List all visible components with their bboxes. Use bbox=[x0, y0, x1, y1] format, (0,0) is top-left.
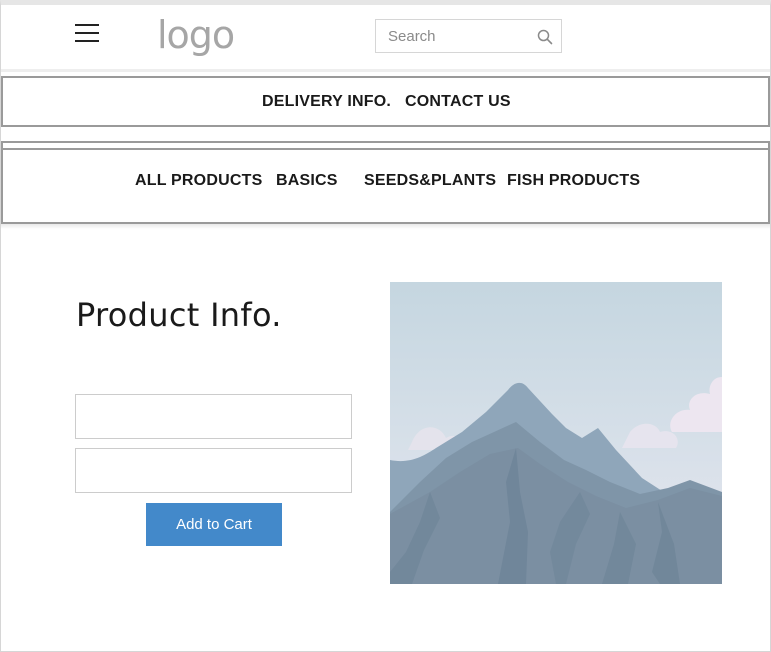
nav-contact-us[interactable]: CONTACT US bbox=[405, 93, 511, 111]
add-to-cart-button[interactable]: Add to Cart bbox=[146, 503, 282, 546]
nav-all-products[interactable]: ALL PRODUCTS bbox=[135, 172, 262, 190]
product-field-2[interactable] bbox=[75, 448, 352, 493]
product-field-1[interactable] bbox=[75, 394, 352, 439]
nav-basics[interactable]: BASICS bbox=[276, 172, 338, 190]
product-title: Product Info. bbox=[76, 296, 282, 334]
nav-delivery-info[interactable]: DELIVERY INFO. bbox=[262, 93, 391, 111]
search-input[interactable] bbox=[376, 20, 526, 52]
hamburger-menu-icon[interactable] bbox=[75, 24, 99, 43]
logo[interactable]: logo bbox=[157, 10, 235, 60]
search-box bbox=[375, 19, 562, 53]
nav-seeds-plants[interactable]: SEEDS&PLANTS bbox=[364, 172, 496, 190]
top-bar: logo bbox=[0, 5, 771, 71]
category-nav-divider bbox=[1, 148, 770, 150]
mountain-image-placeholder bbox=[390, 282, 722, 584]
search-icon[interactable] bbox=[537, 29, 553, 45]
header-divider bbox=[1, 69, 770, 72]
nav-shadow bbox=[1, 224, 770, 229]
nav-fish-products[interactable]: FISH PRODUCTS bbox=[507, 172, 640, 190]
